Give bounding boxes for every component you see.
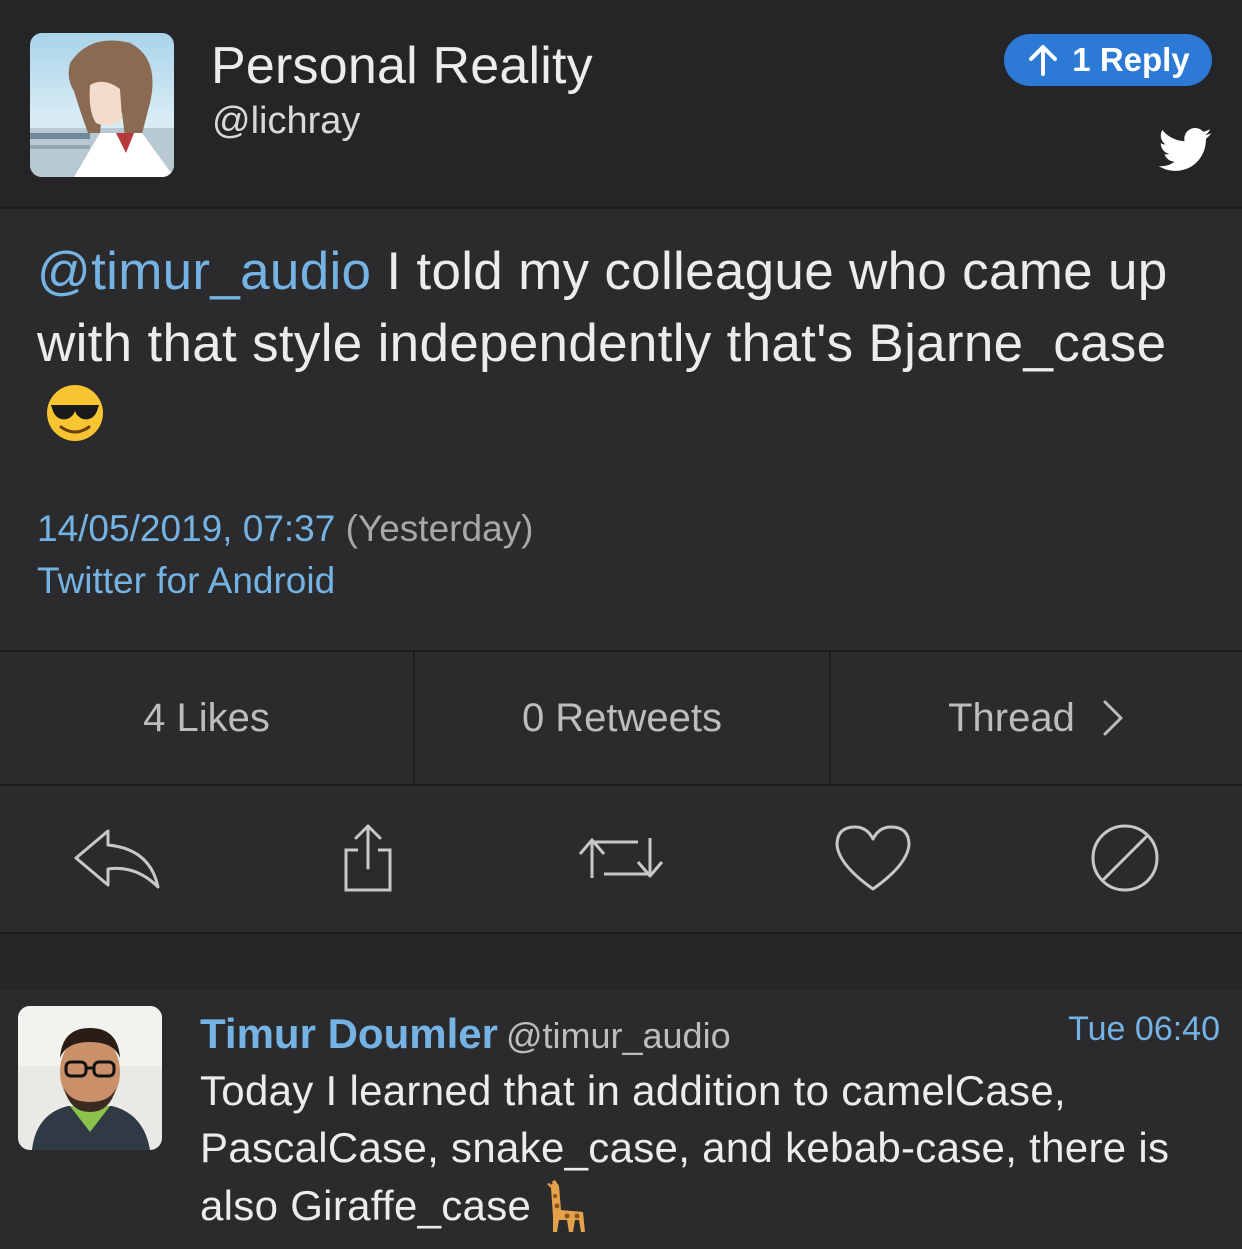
thread-button[interactable]: Thread: [831, 652, 1242, 784]
smiling-face-with-sunglasses-icon: [47, 385, 103, 441]
parent-tweet-text-content: Today I learned that in addition to came…: [200, 1067, 1170, 1229]
reply-icon: [74, 829, 160, 889]
author-display-name: Personal Reality: [211, 37, 593, 95]
twitter-bird-icon: [1158, 128, 1212, 171]
likes-count-button[interactable]: 4 Likes: [0, 652, 415, 784]
reply-button[interactable]: [72, 822, 162, 894]
thread-label: Thread: [948, 695, 1075, 740]
chevron-right-icon: [1103, 700, 1123, 736]
mute-icon: [1091, 824, 1159, 892]
arrow-up-icon: [1029, 45, 1058, 76]
likes-count-label: 4 Likes: [143, 695, 270, 740]
author-handle: @lichray: [212, 100, 361, 142]
section-divider: [0, 932, 1242, 992]
share-icon: [344, 824, 392, 892]
giraffe-icon: [547, 1180, 586, 1232]
share-button[interactable]: [323, 822, 413, 894]
retweets-count-button[interactable]: 0 Retweets: [415, 652, 831, 784]
tweet-relative-time: (Yesterday): [345, 508, 534, 549]
replies-button[interactable]: 1 Reply: [1004, 34, 1212, 86]
parent-author-line: Timur Doumler @timur_audio: [200, 1010, 731, 1058]
tweet-stats-bar: 4 Likes 0 Retweets Thread: [0, 650, 1242, 786]
tweet-detail-screen: Personal Reality @lichray 1 Reply @timur…: [0, 0, 1242, 1249]
tweet-author-header: Personal Reality @lichray 1 Reply: [0, 0, 1242, 209]
parent-author-avatar[interactable]: [18, 1006, 162, 1150]
parent-tweet-time: Tue 06:40: [1068, 1010, 1220, 1048]
tweet-timestamp: 14/05/2019, 07:37: [37, 508, 336, 549]
tweet-source-link[interactable]: Twitter for Android: [37, 560, 335, 602]
parent-author-name: Timur Doumler: [200, 1010, 498, 1057]
parent-tweet[interactable]: Timur Doumler @timur_audio Tue 06:40 Toda…: [0, 990, 1242, 1249]
tweet-mention-link[interactable]: @timur_audio: [37, 242, 371, 301]
tweet-text: @timur_audio I told my colleague who cam…: [37, 236, 1197, 452]
parent-author-handle: @timur_audio: [505, 1015, 731, 1056]
mute-button[interactable]: [1080, 822, 1170, 894]
replies-button-label: 1 Reply: [1072, 41, 1190, 78]
like-button[interactable]: [828, 822, 918, 894]
retweet-button[interactable]: [576, 822, 666, 894]
retweet-icon: [578, 838, 664, 878]
tweet-timestamp-line: 14/05/2019, 07:37 (Yesterday): [37, 508, 533, 550]
author-avatar[interactable]: [30, 33, 174, 177]
like-icon: [835, 825, 911, 891]
parent-tweet-text: Today I learned that in addition to came…: [200, 1062, 1230, 1234]
retweets-count-label: 0 Retweets: [521, 695, 723, 740]
tweet-action-bar: [0, 784, 1242, 932]
